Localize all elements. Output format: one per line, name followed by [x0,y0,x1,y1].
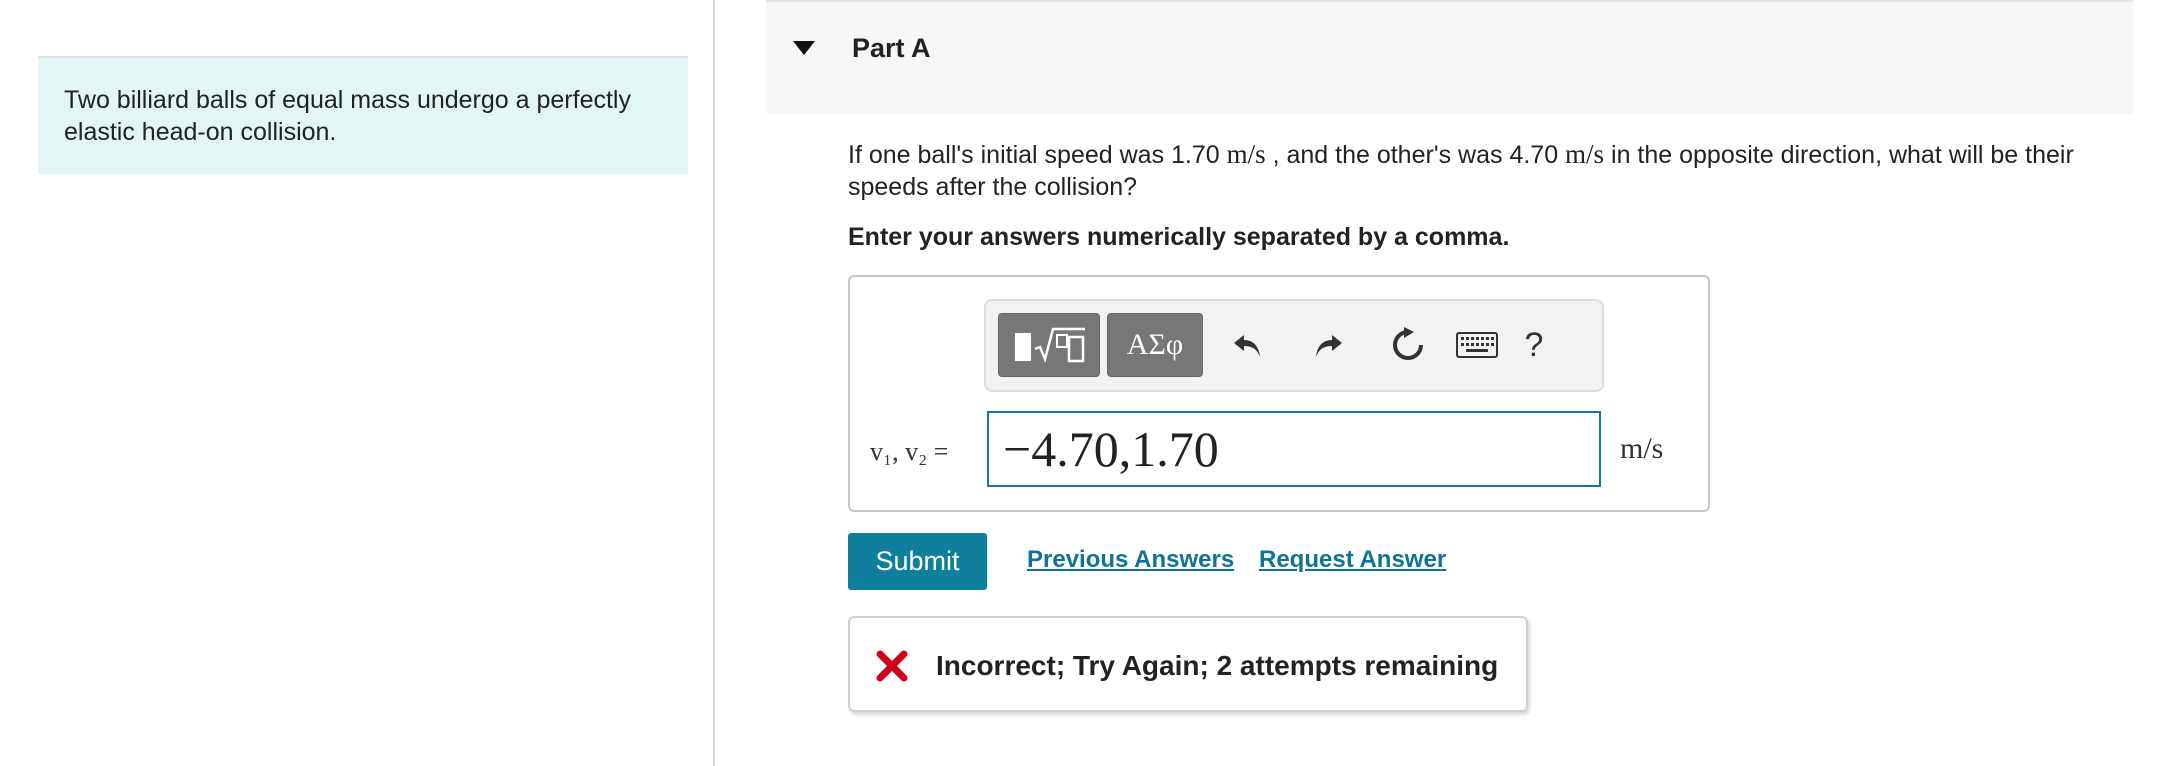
part-header[interactable]: Part A [766,0,2133,114]
templates-button[interactable] [998,313,1100,377]
panel-divider [713,0,715,766]
unit-label: m/s [1620,432,1664,465]
intro-panel: Two billiard balls of equal mass undergo… [38,56,688,174]
undo-icon[interactable] [1224,319,1272,371]
question-text: If one ball's initial speed was 1.70 m/s… [848,138,2108,203]
symbols-button[interactable]: ΑΣφ [1107,313,1203,377]
part-title: Part A [852,33,931,63]
reset-icon[interactable] [1384,319,1432,371]
submit-button[interactable]: Submit [848,533,987,590]
help-icon[interactable]: ? [1514,319,1554,371]
feedback-box: Incorrect; Try Again; 2 attempts remaini… [848,616,1528,712]
feedback-message: Incorrect; Try Again; 2 attempts remaini… [936,650,1499,681]
incorrect-x-icon [876,650,908,687]
answer-input[interactable]: −4.70,1.70 [987,411,1601,487]
question-segment: If one ball's initial speed was 1.70 [848,141,1227,169]
question-segment: , and the other's was 4.70 [1265,141,1566,169]
answer-box: ΑΣφ ? v₁, v₂ = −4.70,1.70 m/s [848,275,1710,512]
keyboard-icon[interactable] [1454,319,1500,371]
intro-text: Two billiard balls of equal mass undergo… [64,86,631,146]
instruction-text: Enter your answers numerically separated… [848,223,1510,251]
math-toolbar: ΑΣφ ? [984,299,1604,392]
caret-down-icon[interactable] [792,40,816,61]
question-unit: m/s [1565,139,1605,169]
request-answer-link[interactable]: Request Answer [1259,546,1446,574]
question-unit: m/s [1226,139,1266,169]
previous-answers-link[interactable]: Previous Answers [1027,546,1234,574]
redo-icon[interactable] [1304,319,1352,371]
templates-icon [1015,327,1085,363]
variable-label: v₁, v₂ = [870,437,949,466]
